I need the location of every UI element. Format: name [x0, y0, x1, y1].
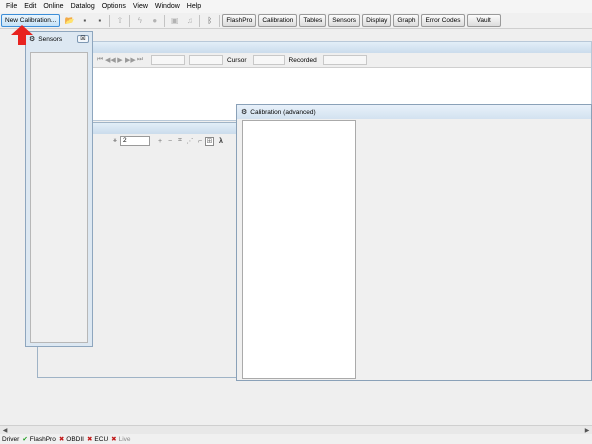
menu-help[interactable]: Help — [184, 0, 205, 13]
open-folder-icon[interactable]: 📂 — [64, 15, 75, 26]
copy-icon[interactable]: ▣ — [169, 15, 180, 26]
driver-label: Driver — [2, 435, 20, 443]
position-field — [151, 55, 185, 65]
obdii-error-icon: ✖ — [58, 436, 65, 443]
cursor-label: Cursor — [227, 56, 247, 64]
sensors-list-panel — [30, 52, 88, 343]
toolbar-separator — [109, 14, 111, 27]
calibration-window-title: Calibration (advanced) — [250, 108, 316, 116]
flashpro-status: FlashPro — [29, 435, 56, 443]
save-icon[interactable]: ▪ — [79, 15, 90, 26]
status-bar: Driver ✔ FlashPro ✖ OBDII ✖ ECU ✖ Live — [0, 434, 592, 444]
value-input[interactable]: 2 — [120, 136, 150, 146]
obdii-status: OBDII — [66, 435, 84, 443]
calibration-button[interactable]: Calibration — [258, 14, 298, 27]
sensors-button[interactable]: Sensors — [328, 14, 361, 27]
save-as-icon[interactable]: ▪ — [94, 15, 105, 26]
tables-button[interactable]: Tables — [299, 14, 327, 27]
vault-button[interactable]: Vault — [466, 14, 501, 27]
calibration-window-titlebar[interactable]: ⚙ Calibration (advanced) — [237, 105, 591, 119]
datalog-window-titlebar[interactable] — [91, 42, 591, 53]
sensors-window-titlebar[interactable]: ⚙ Sensors ☒ — [26, 32, 92, 46]
pointer-arrow-icon — [11, 25, 33, 45]
toolbar-separator — [199, 14, 201, 27]
subtract-icon[interactable]: − — [165, 138, 175, 145]
menu-online[interactable]: Online — [40, 0, 67, 13]
ecu-status: ECU — [94, 435, 109, 443]
record-icon[interactable]: ● — [149, 15, 160, 26]
ecu-error-icon: ✖ — [86, 436, 93, 443]
sensors-window-title: Sensors — [38, 35, 63, 43]
menu-file[interactable]: File — [3, 0, 21, 13]
calibration-advanced-window: ⚙ Calibration (advanced) — [236, 104, 592, 381]
connect-icon[interactable]: ♫ — [184, 15, 195, 26]
flashpro-button[interactable]: FlashPro — [222, 14, 257, 27]
toolbar-separator — [129, 14, 131, 27]
last-frame-icon[interactable]: ⏭ — [135, 56, 145, 64]
add-icon[interactable]: + — [155, 138, 165, 145]
multiply-icon[interactable]: ⚹ — [110, 137, 120, 145]
smooth-icon[interactable]: ⌐ — [195, 138, 205, 145]
menu-options[interactable]: Options — [99, 0, 130, 13]
menu-datalog[interactable]: Datalog — [68, 0, 99, 13]
recorded-label: Recorded — [288, 56, 317, 64]
menu-bar: File Edit Online Datalog Options View Wi… — [0, 0, 592, 13]
table-view-icon[interactable]: ⊞ — [205, 136, 214, 146]
toolbar-separator — [219, 14, 221, 27]
toolbar-separator — [164, 14, 166, 27]
fast-forward-icon[interactable]: ▶▶ — [125, 56, 136, 64]
rewind-icon[interactable]: ◀◀ — [105, 56, 116, 64]
datalog-toolbar: ⏮ ◀◀ ▶ ▶▶ ⏭ Cursor Recorded — [91, 53, 591, 68]
interpolate-icon[interactable]: ⋰ — [185, 137, 195, 145]
driver-ok-icon: ✔ — [22, 436, 28, 443]
window-app-icon: ⚙ — [241, 109, 248, 116]
calibration-tree-panel[interactable] — [242, 120, 356, 379]
set-value-icon[interactable]: ⌗ — [175, 137, 185, 145]
sensors-close-button[interactable]: ☒ — [77, 35, 89, 43]
lambda-icon[interactable]: λ — [216, 138, 226, 145]
menu-edit[interactable]: Edit — [21, 0, 40, 13]
play-icon[interactable]: ▶ — [115, 56, 125, 64]
menu-window[interactable]: Window — [152, 0, 184, 13]
bluetooth-icon[interactable]: ᛒ — [204, 15, 215, 26]
scroll-left-icon[interactable]: ◀ — [0, 427, 10, 434]
live-error-icon: ✖ — [111, 436, 117, 443]
upload-icon[interactable]: ⇧ — [114, 15, 125, 26]
main-toolbar: New Calibration... 📂 ▪ ▪ ⇧ ϟ ● ▣ ♫ ᛒ Fla… — [0, 13, 592, 29]
display-button[interactable]: Display — [362, 14, 392, 27]
horizontal-scrollbar[interactable]: ◀ ▶ — [0, 425, 592, 434]
time-field — [189, 55, 223, 65]
sensors-window: ⚙ Sensors ☒ — [25, 31, 93, 347]
flash-icon[interactable]: ϟ — [134, 15, 145, 26]
error-codes-button[interactable]: Error Codes — [421, 14, 465, 27]
menu-view[interactable]: View — [130, 0, 152, 13]
first-frame-icon[interactable]: ⏮ — [95, 56, 105, 64]
scroll-right-icon[interactable]: ▶ — [582, 427, 592, 434]
recorded-field — [322, 55, 367, 65]
live-status: Live — [118, 435, 131, 443]
graph-button[interactable]: Graph — [393, 14, 420, 27]
cursor-field — [252, 55, 285, 65]
